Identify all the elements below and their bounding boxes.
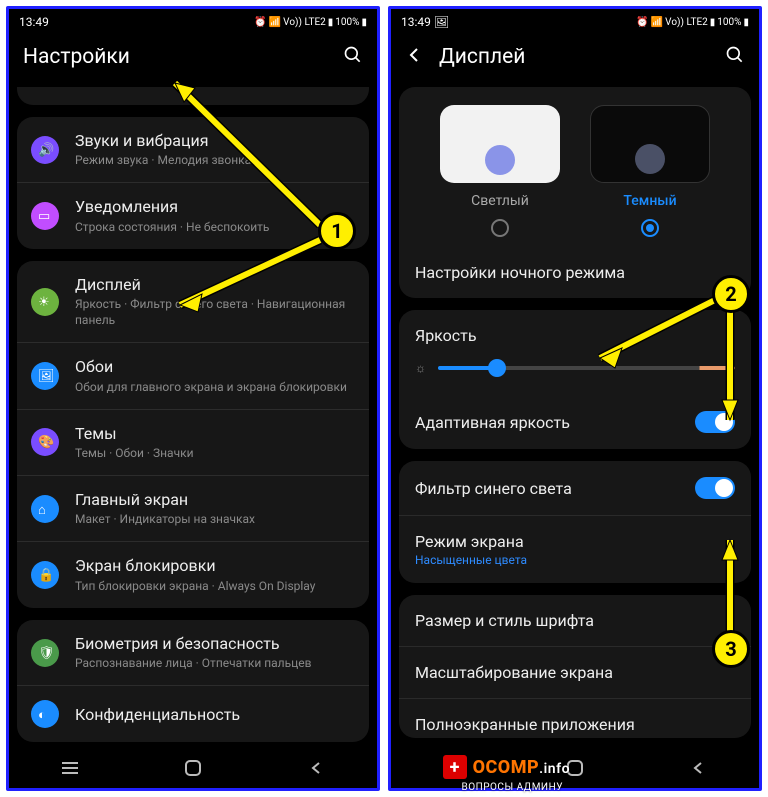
privacy-icon: ◐ bbox=[31, 700, 59, 728]
theme-preview-dark bbox=[590, 105, 710, 183]
battery-icon: ▮ bbox=[361, 17, 367, 28]
status-icons: ⏰ 📶 Vo)) LTE2 ▮ 100% ▮ bbox=[254, 17, 367, 28]
sound-icon: 🔊 bbox=[31, 136, 59, 164]
radio-dark[interactable] bbox=[641, 219, 659, 237]
list-item-biometrics[interactable]: 🛡 Биометрия и безопасностьРаспознавание … bbox=[17, 620, 369, 686]
battery-label: 100% bbox=[717, 17, 741, 28]
page-title: Дисплей bbox=[439, 45, 725, 69]
list-item-display[interactable]: ☀ ДисплейЯркость · Фильтр синего света ·… bbox=[17, 261, 369, 344]
android-navbar bbox=[391, 748, 759, 788]
search-icon[interactable] bbox=[343, 45, 363, 69]
display-settings[interactable]: Светлый Темный Настройки ночного режима … bbox=[391, 87, 759, 738]
recents-button[interactable] bbox=[59, 757, 81, 779]
status-time: 13:49 🖼 bbox=[401, 15, 449, 29]
settings-list[interactable]: 🔊 Звуки и вибрацияРежим звука · Мелодия … bbox=[9, 117, 377, 742]
theme-preview-light bbox=[440, 105, 560, 183]
search-icon[interactable] bbox=[725, 45, 745, 69]
brightness-label: Яркость bbox=[415, 326, 735, 345]
night-mode-row[interactable]: Настройки ночного режима bbox=[399, 247, 751, 298]
theme-option-dark[interactable]: Темный bbox=[585, 105, 715, 237]
list-item-home[interactable]: ⌂ Главный экранМакет · Индикаторы на зна… bbox=[17, 476, 369, 542]
partial-previous-card bbox=[17, 87, 369, 105]
back-button[interactable] bbox=[687, 757, 709, 779]
theme-option-light[interactable]: Светлый bbox=[435, 105, 565, 237]
blue-filter-row[interactable]: Фильтр синего света bbox=[399, 461, 751, 516]
list-item-themes[interactable]: 🎨 ТемыТемы · Обои · Значки bbox=[17, 410, 369, 476]
wallpaper-icon: 🖼 bbox=[31, 362, 59, 390]
list-item-privacy[interactable]: ◐ Конфиденциальность bbox=[17, 686, 369, 742]
header: Дисплей bbox=[391, 33, 759, 87]
list-item-wallpaper[interactable]: 🖼 ОбоиОбои для главного экрана и экрана … bbox=[17, 343, 369, 409]
signal-icon: ▮ bbox=[710, 17, 716, 28]
home-icon: ⌂ bbox=[31, 495, 59, 523]
sun-icon: ☼ bbox=[415, 361, 426, 375]
alarm-icon: ⏰ bbox=[254, 17, 266, 28]
status-time: 13:49 bbox=[19, 15, 49, 29]
status-icons: ⏰ 📶 Vo)) LTE2 ▮ 100% ▮ bbox=[636, 17, 749, 28]
filter-section: Фильтр синего света Режим экрана Насыщен… bbox=[399, 461, 751, 583]
font-row[interactable]: Размер и стиль шрифта bbox=[399, 595, 751, 647]
brightness-section: Яркость ☼ Адаптивная яркость bbox=[399, 310, 751, 449]
screenshot-display: 13:49 🖼 ⏰ 📶 Vo)) LTE2 ▮ 100% ▮ Дисплей С… bbox=[388, 6, 762, 791]
adaptive-toggle[interactable] bbox=[695, 411, 735, 433]
fullscreen-apps-row[interactable]: Полноэкранные приложения bbox=[399, 699, 751, 738]
display-icon: ☀ bbox=[31, 288, 59, 316]
signal-icon: ▮ bbox=[328, 17, 334, 28]
battery-label: 100% bbox=[335, 17, 359, 28]
recents-button[interactable] bbox=[441, 757, 463, 779]
list-item-sounds[interactable]: 🔊 Звуки и вибрацияРежим звука · Мелодия … bbox=[17, 117, 369, 183]
wifi-icon: 📶 bbox=[269, 17, 281, 28]
home-button[interactable] bbox=[182, 757, 204, 779]
slider-thumb[interactable] bbox=[488, 359, 506, 377]
list-item-notifications[interactable]: ▭ УведомленияСтрока состояния · Не беспо… bbox=[17, 183, 369, 248]
back-button[interactable] bbox=[305, 757, 327, 779]
battery-icon: ▮ bbox=[743, 17, 749, 28]
android-navbar bbox=[9, 748, 377, 788]
net-label: Vo)) LTE2 bbox=[665, 17, 708, 28]
adaptive-brightness-row[interactable]: Адаптивная яркость bbox=[399, 395, 751, 449]
alarm-icon: ⏰ bbox=[636, 17, 648, 28]
home-button[interactable] bbox=[564, 757, 586, 779]
radio-light[interactable] bbox=[491, 219, 509, 237]
font-section: Размер и стиль шрифта Масштабирование эк… bbox=[399, 595, 751, 738]
net-label: Vo)) LTE2 bbox=[283, 17, 326, 28]
bluefilter-toggle[interactable] bbox=[695, 477, 735, 499]
notification-icon: ▭ bbox=[31, 202, 59, 230]
theme-section: Светлый Темный Настройки ночного режима bbox=[399, 87, 751, 298]
page-title: Настройки bbox=[23, 45, 343, 69]
lock-icon: 🔒 bbox=[31, 561, 59, 589]
screen-mode-row[interactable]: Режим экрана Насыщенные цвета bbox=[399, 516, 751, 583]
status-bar: 13:49 ⏰ 📶 Vo)) LTE2 ▮ 100% ▮ bbox=[9, 9, 377, 33]
security-icon: 🛡 bbox=[31, 639, 59, 667]
status-bar: 13:49 🖼 ⏰ 📶 Vo)) LTE2 ▮ 100% ▮ bbox=[391, 9, 759, 33]
themes-icon: 🎨 bbox=[31, 428, 59, 456]
list-item-lockscreen[interactable]: 🔒 Экран блокировкиТип блокировки экрана … bbox=[17, 542, 369, 607]
brightness-slider[interactable] bbox=[438, 366, 735, 370]
wifi-icon: 📶 bbox=[651, 17, 663, 28]
screenshot-settings: 13:49 ⏰ 📶 Vo)) LTE2 ▮ 100% ▮ Настройки 🔊… bbox=[6, 6, 380, 791]
zoom-row[interactable]: Масштабирование экрана bbox=[399, 647, 751, 699]
header: Настройки bbox=[9, 33, 377, 87]
back-icon[interactable] bbox=[405, 46, 425, 69]
